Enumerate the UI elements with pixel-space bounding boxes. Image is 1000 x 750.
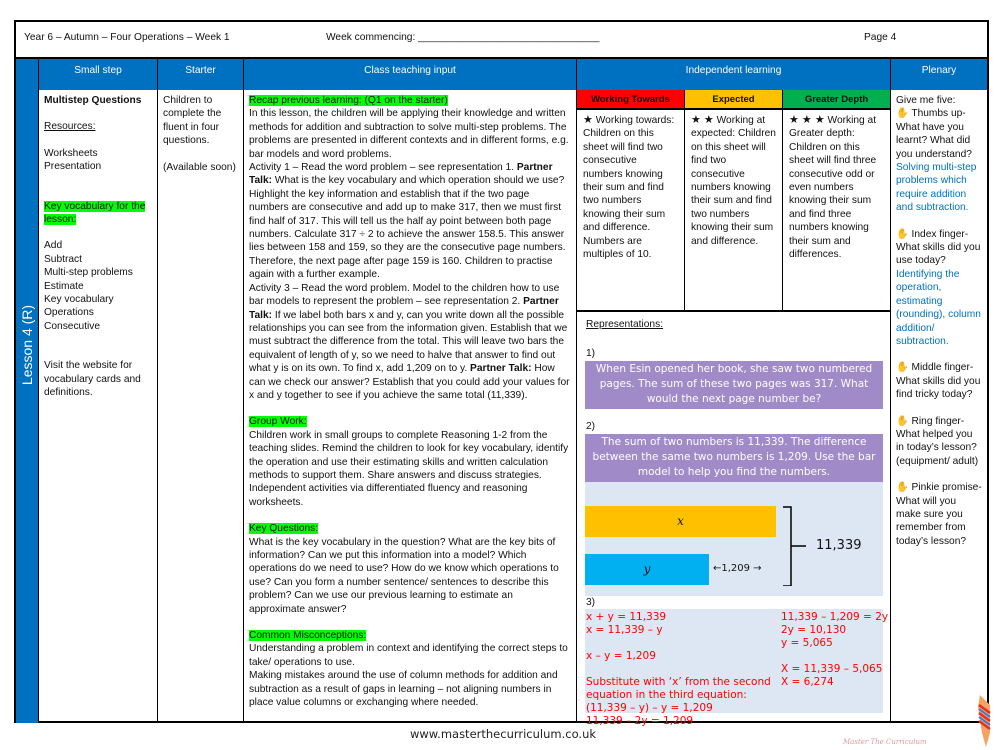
lesson-strip: Lesson 4 (R) — [16, 59, 38, 723]
plan-title: Year 6 – Autumn – Four Operations – Week… — [24, 32, 230, 43]
starter-cell: Children to complete the fluent in four … — [157, 90, 243, 723]
equations-panel: x + y = 11,339 x = 11,339 – y x – y = 1,… — [585, 609, 888, 727]
vocab-item: Add — [44, 240, 63, 252]
website-note: Visit the website for vocabulary cards a… — [44, 360, 141, 399]
hand-icon: ✋ — [896, 108, 909, 120]
level-text: Working at Greater depth: Children on th… — [789, 115, 877, 261]
vocab-item: Estimate — [44, 280, 84, 292]
resource-item: Worksheets — [44, 147, 98, 159]
level-text: Working towards: Children on this sheet … — [583, 115, 675, 261]
representations-label: Representations: — [586, 319, 664, 330]
misconception-item: Understanding a problem in context and i… — [249, 643, 568, 668]
vocab-item: Multi-step problems — [44, 267, 133, 279]
equations-right: 11,339 – 1,209 = 2y 2y = 10,130 y = 5,06… — [781, 611, 889, 688]
rep2-number: 2) — [586, 421, 596, 432]
star-icon: ★ ★ — [691, 114, 714, 126]
plenary-item: ✋ Pinkie promise- What will you make sur… — [896, 482, 982, 547]
starter-text: Children to complete the fluent in four … — [163, 95, 222, 147]
plenary-cell: Give me five: ✋ Thumbs up- What have you… — [890, 90, 987, 723]
level-header-greater-depth: Greater Depth — [782, 90, 890, 110]
star-icon: ★ ★ ★ — [789, 114, 825, 126]
bar-model: x y ←1,209 → 11,339 — [585, 482, 883, 596]
rep2-problem: The sum of two numbers is 11,339. The di… — [585, 434, 883, 482]
level-expected: ★ ★ Working at expected: Children on thi… — [684, 110, 782, 310]
level-header-working-towards: Working Towards — [576, 90, 684, 110]
total-label: 11,339 — [816, 538, 862, 553]
small-step-title: Multistep Questions — [44, 95, 142, 106]
page-number: Page 4 — [864, 32, 897, 43]
star-icon: ★ — [583, 114, 593, 126]
class-teaching-cell: Recap previous learning: (Q1 on the star… — [243, 90, 576, 723]
bar-x: x — [585, 506, 776, 537]
header-bar: Year 6 – Autumn – Four Operations – Week… — [16, 22, 987, 59]
level-greater-depth: ★ ★ ★ Working at Greater depth: Children… — [782, 110, 890, 310]
key-questions-text: What is the key vocabulary in the questi… — [249, 536, 559, 615]
level-working-towards: ★ Working towards: Children on this shee… — [576, 110, 684, 310]
hand-icon: ✋ — [896, 482, 909, 494]
vocab-item: Operations — [44, 307, 94, 319]
plenary-item: ✋ Ring finger- What helped you in today’… — [896, 415, 979, 467]
vocab-item: Consecutive — [44, 320, 101, 332]
vocab-item: Subtract — [44, 253, 82, 265]
bar-y: y — [585, 554, 709, 585]
hand-icon: ✋ — [896, 228, 909, 240]
group-work-text: Children work in small groups to complet… — [249, 429, 569, 508]
col-header-class-teaching: Class teaching input — [243, 59, 576, 90]
pencil-logo-icon — [978, 695, 991, 747]
footer-url[interactable]: www.masterthecurriculum.co.uk — [410, 727, 596, 741]
activity-3: Activity 3 – Read the word problem. Mode… — [249, 282, 570, 401]
plenary-item: ✋ Index finger- What skills did you use … — [896, 228, 981, 347]
recap-label: Recap previous learning: (Q1 on the star… — [249, 95, 448, 106]
rep3-number: 3) — [586, 597, 596, 608]
rep1-problem: When Esin opened her book, she saw two n… — [585, 361, 883, 409]
col-header-independent: Independent learning — [576, 59, 890, 90]
footer-logo-text: Master The Curriculum — [843, 738, 927, 746]
lesson-plan-frame: Year 6 – Autumn – Four Operations – Week… — [14, 20, 989, 727]
misconception-item: Making mistakes around the use of column… — [249, 670, 558, 709]
misconceptions-label: Common Misconceptions: — [249, 630, 367, 642]
equations-left: x + y = 11,339 x = 11,339 – y x – y = 1,… — [586, 611, 771, 727]
brace-icon — [783, 506, 806, 586]
hand-icon: ✋ — [896, 362, 909, 374]
col-header-starter: Starter — [157, 59, 243, 90]
resource-item: Presentation — [44, 161, 102, 173]
starter-note: (Available soon) — [163, 161, 236, 173]
plenary-intro: Give me five: — [896, 95, 956, 106]
teaching-intro: In this lesson, the children will be app… — [249, 108, 569, 160]
representations-area: Representations: 1) When Esin opened her… — [576, 310, 890, 727]
plenary-item: ✋ Thumbs up- What have you learnt? What … — [896, 108, 977, 214]
vocab-item: Key vocabulary — [44, 294, 114, 306]
level-header-expected: Expected — [684, 90, 782, 110]
col-header-plenary: Plenary — [890, 59, 987, 90]
week-commencing: Week commencing: _______________________… — [326, 32, 600, 43]
lesson-label: Lesson 4 (R) — [19, 304, 35, 386]
vocab-label: Key vocabulary for the lesson: — [44, 200, 146, 226]
col-header-small-step: Small step — [38, 59, 157, 90]
group-work-label: Group Work: — [249, 416, 307, 428]
resources-label: Resources: — [44, 121, 96, 133]
plenary-item: ✋ Middle finger- What skills did you fin… — [896, 362, 981, 401]
hand-icon: ✋ — [896, 415, 909, 427]
difference-label: ←1,209 → — [713, 563, 762, 574]
rep1-number: 1) — [586, 348, 596, 359]
activity-1: Activity 1 – Read the word problem – see… — [249, 162, 566, 281]
small-step-cell: Multistep Questions Resources: Worksheet… — [38, 90, 157, 723]
level-text: Working at expected: Children on this sh… — [691, 115, 776, 247]
key-questions-label: Key Questions: — [249, 523, 319, 535]
